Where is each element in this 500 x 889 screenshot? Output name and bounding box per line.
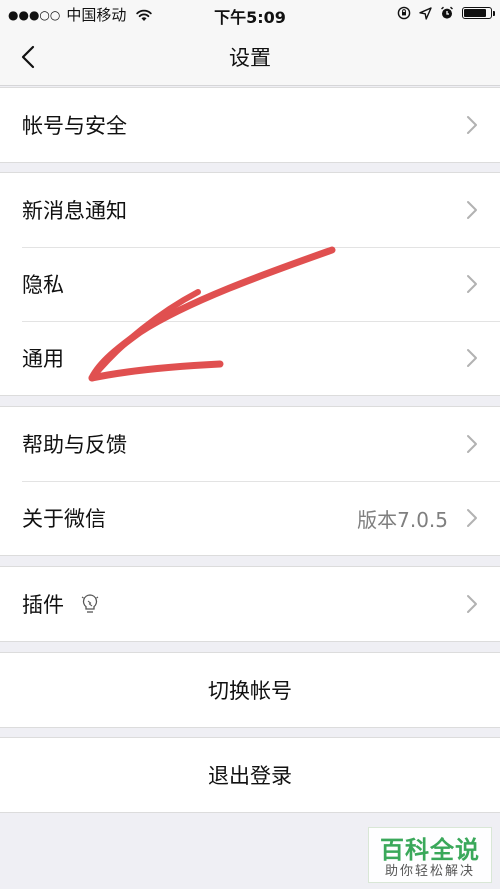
switch-account-button[interactable]: 切换帐号 — [0, 653, 500, 727]
privacy-label: 隐私 — [22, 273, 64, 297]
help-feedback-item[interactable]: 帮助与反馈 — [0, 407, 500, 481]
help-group: 帮助与反馈 关于微信 版本7.0.5 — [0, 406, 500, 556]
chevron-right-icon — [467, 435, 477, 453]
chevron-right-icon — [467, 201, 477, 219]
logout-button[interactable]: 退出登录 — [0, 738, 500, 812]
general-label: 通用 — [22, 347, 64, 371]
about-wechat-label: 关于微信 — [22, 507, 106, 531]
plugins-label: 插件 — [22, 593, 64, 617]
watermark-logo: 百科全说 助你轻松解决 — [368, 827, 492, 883]
version-value: 版本7.0.5 — [357, 507, 448, 532]
plugins-group: 插件 — [0, 566, 500, 642]
battery-level — [464, 9, 486, 17]
switch-account-group: 切换帐号 — [0, 652, 500, 728]
help-feedback-label: 帮助与反馈 — [22, 433, 127, 457]
alarm-icon — [441, 6, 453, 19]
privacy-item[interactable]: 隐私 — [0, 247, 500, 321]
chevron-right-icon — [467, 509, 477, 527]
status-right — [397, 6, 495, 20]
general-item[interactable]: 通用 — [0, 321, 500, 395]
switch-account-label: 切换帐号 — [208, 679, 292, 703]
account-security-item[interactable]: 帐号与安全 — [0, 88, 500, 162]
notify-group: 新消息通知 隐私 通用 — [0, 172, 500, 396]
chevron-right-icon — [467, 275, 477, 293]
plugins-item[interactable]: 插件 — [0, 567, 500, 641]
rotation-lock-icon — [397, 6, 411, 20]
about-wechat-item[interactable]: 关于微信 版本7.0.5 — [0, 481, 500, 555]
chevron-right-icon — [467, 595, 477, 613]
account-group: 帐号与安全 — [0, 87, 500, 163]
watermark-subtitle: 助你轻松解决 — [384, 864, 475, 879]
page-title: 设置 — [229, 46, 271, 70]
logout-label: 退出登录 — [208, 764, 292, 788]
account-security-label: 帐号与安全 — [22, 114, 127, 138]
lightbulb-icon — [81, 594, 99, 613]
new-message-notification-item[interactable]: 新消息通知 — [0, 173, 500, 247]
chevron-right-icon — [467, 349, 477, 367]
status-bar: ●●●○○ 中国移动 下午5:09 — [0, 0, 500, 28]
logout-group: 退出登录 — [0, 737, 500, 813]
battery-icon — [462, 7, 495, 19]
location-icon — [419, 6, 432, 20]
new-message-notification-label: 新消息通知 — [22, 199, 127, 223]
nav-bar: 设置 — [0, 28, 500, 86]
chevron-right-icon — [467, 116, 477, 134]
